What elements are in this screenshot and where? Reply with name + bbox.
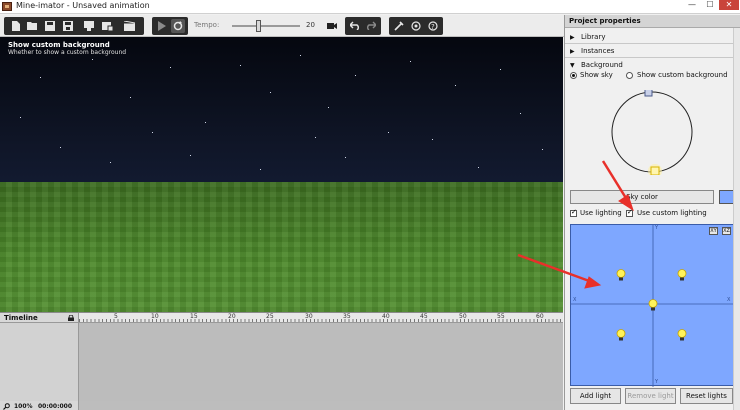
app-icon xyxy=(2,2,12,11)
section-library[interactable]: ▶ Library xyxy=(565,31,733,44)
movie-camera-icon[interactable] xyxy=(325,19,339,33)
light-bulb-icon[interactable] xyxy=(616,269,626,281)
lock-icon[interactable] xyxy=(68,315,74,321)
view-xy-button[interactable]: XY xyxy=(709,227,718,235)
zoom-value: 100% xyxy=(14,403,33,410)
tempo-slider-thumb[interactable] xyxy=(256,20,261,32)
tempo-value: 20 xyxy=(306,21,315,29)
use-lighting-checkbox[interactable] xyxy=(570,208,577,217)
light-position-grid[interactable]: Y X X Y XY XZ xyxy=(570,224,735,387)
light-bulb-icon[interactable] xyxy=(616,329,626,341)
axis-label-y: Y xyxy=(655,379,659,385)
collapse-arrow-icon: ▼ xyxy=(570,62,575,69)
sky-color-button[interactable]: Sky color xyxy=(570,190,714,204)
panel-title: Project properties xyxy=(569,17,641,25)
add-light-button[interactable]: Add light xyxy=(570,388,621,404)
maximize-button[interactable]: ☐ xyxy=(702,0,718,10)
title-bar: Mine-imator - Unsaved animation — ☐ ✕ xyxy=(0,0,740,14)
view-xz-button[interactable]: XZ xyxy=(722,227,731,235)
show-sky-label: Show sky xyxy=(580,71,613,79)
expand-arrow-icon: ▶ xyxy=(570,34,575,41)
light-bulb-icon[interactable] xyxy=(648,299,658,311)
play-icon[interactable] xyxy=(155,19,169,33)
remove-light-button[interactable]: Remove light xyxy=(625,388,676,404)
help-icon[interactable]: ? xyxy=(426,19,440,33)
show-custom-background-label: Show custom background xyxy=(637,71,728,79)
use-custom-lighting-checkbox[interactable] xyxy=(626,208,633,217)
section-label: Instances xyxy=(581,47,615,55)
new-file-icon[interactable] xyxy=(8,19,22,33)
panel-scrollbar[interactable] xyxy=(733,28,740,410)
minimize-button[interactable]: — xyxy=(684,0,700,10)
timeline-label: Timeline xyxy=(4,314,38,322)
show-custom-background-radio[interactable] xyxy=(626,72,633,79)
timeline-tracklist[interactable] xyxy=(0,323,79,401)
tempo-slider[interactable] xyxy=(232,25,300,27)
expand-arrow-icon: ▶ xyxy=(570,48,575,55)
render-movie-icon[interactable] xyxy=(122,19,136,33)
timeline-status-bar: 100% 00:00:000 xyxy=(0,401,79,410)
tooltip-title: Show custom background xyxy=(8,41,110,49)
grass-ground xyxy=(0,182,563,312)
settings-group: ? xyxy=(389,17,443,35)
project-properties-panel: Project properties ▶ Library ▶ Instances… xyxy=(564,15,740,410)
use-custom-lighting-label: Use custom lighting xyxy=(637,209,707,217)
playback-group xyxy=(152,17,188,35)
section-label: Library xyxy=(581,33,606,41)
history-group xyxy=(345,17,381,35)
time-value: 00:00:000 xyxy=(38,403,73,410)
import-icon[interactable] xyxy=(82,19,96,33)
loop-icon[interactable] xyxy=(171,19,185,33)
search-icon[interactable] xyxy=(3,403,10,410)
timeline-header: Timeline xyxy=(0,313,79,323)
redo-icon[interactable] xyxy=(364,19,378,33)
axis-label-x: X xyxy=(573,297,577,303)
save-as-icon[interactable] xyxy=(61,19,75,33)
timeline-panel: Timeline 5 10 15 20 25 30 35 40 45 50 55… xyxy=(0,312,563,410)
ruler-ticks xyxy=(79,319,563,322)
light-bulb-icon[interactable] xyxy=(677,269,687,281)
window-title: Mine-imator - Unsaved animation xyxy=(16,1,150,10)
sun-position-dial[interactable] xyxy=(610,90,695,175)
reset-lights-button[interactable]: Reset lights xyxy=(680,388,733,404)
timeline-tracks[interactable] xyxy=(79,323,563,401)
panel-header: Project properties xyxy=(565,15,740,28)
tools-icon[interactable] xyxy=(392,19,406,33)
toolbar: Tempo: 20 ? xyxy=(0,15,565,37)
timeline-ruler[interactable]: 5 10 15 20 25 30 35 40 45 50 55 60 xyxy=(79,313,563,323)
show-sky-radio[interactable] xyxy=(570,72,577,79)
section-label: Background xyxy=(581,61,623,69)
3d-viewport[interactable]: Show custom background Whether to show a… xyxy=(0,37,563,312)
open-folder-icon[interactable] xyxy=(25,19,39,33)
tooltip-description: Whether to show a custom background xyxy=(8,49,127,56)
axis-label-x: X xyxy=(727,297,731,303)
render-image-icon[interactable] xyxy=(100,19,114,33)
section-instances[interactable]: ▶ Instances xyxy=(565,45,733,58)
file-tools-group xyxy=(4,17,144,35)
use-lighting-label: Use lighting xyxy=(580,209,622,217)
svg-text:?: ? xyxy=(431,23,435,31)
world-settings-icon[interactable] xyxy=(409,19,423,33)
tempo-label: Tempo: xyxy=(194,21,220,29)
axis-label-y: Y xyxy=(655,225,659,231)
undo-icon[interactable] xyxy=(348,19,362,33)
save-icon[interactable] xyxy=(43,19,57,33)
sky-color-swatch[interactable] xyxy=(719,190,734,204)
night-sky xyxy=(0,37,563,182)
close-button[interactable]: ✕ xyxy=(719,0,739,10)
light-bulb-icon[interactable] xyxy=(677,329,687,341)
